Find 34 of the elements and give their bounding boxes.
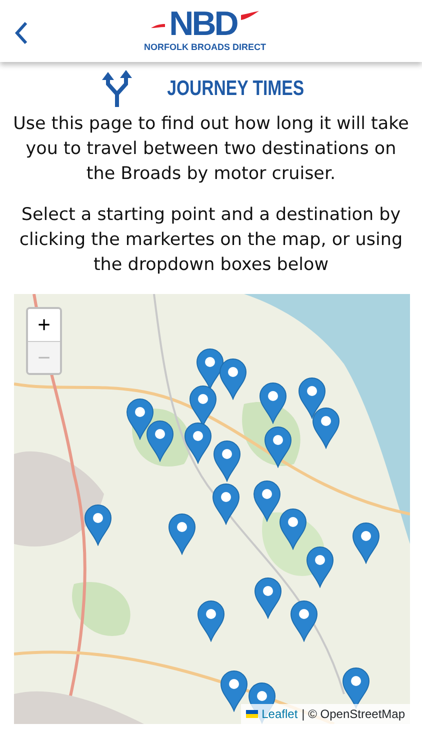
map-marker[interactable] (264, 426, 292, 468)
swoosh-icon (240, 11, 259, 20)
map-marker[interactable] (290, 600, 318, 642)
leaflet-link[interactable]: Leaflet (262, 705, 298, 723)
map-marker[interactable] (212, 483, 240, 525)
map-marker[interactable] (126, 398, 154, 440)
logo-text: NORFOLK BROADS DIRECT (144, 41, 266, 54)
fork-arrows-icon (100, 70, 134, 108)
map-marker[interactable] (219, 358, 247, 400)
map-marker[interactable] (254, 577, 282, 619)
page-title: JOURNEY TIMES (168, 76, 304, 102)
logo-mark: NBD (169, 7, 237, 42)
map-marker[interactable] (184, 422, 212, 464)
map-marker[interactable] (168, 513, 196, 555)
map-marker[interactable] (298, 377, 326, 419)
map[interactable]: + − Leaflet | © OpenStreetMap (14, 294, 410, 724)
map-marker[interactable] (312, 407, 340, 449)
intro-paragraph: Select a starting point and a destination by clicking the markertes on the map, or using the dropdown boxes below (18, 204, 404, 277)
map-marker[interactable] (197, 600, 225, 642)
intro-paragraph: Use this page to find out how long it will take you to travel between two destinations on the Broads by motor cruiser. (12, 113, 410, 186)
map-marker[interactable] (259, 382, 287, 424)
map-marker[interactable] (253, 480, 281, 522)
swoosh-icon (151, 23, 166, 30)
map-marker[interactable] (279, 508, 307, 550)
map-marker[interactable] (189, 385, 217, 427)
map-marker[interactable] (213, 440, 241, 482)
map-marker[interactable] (352, 522, 380, 564)
flag-icon (246, 710, 258, 718)
map-marker[interactable] (306, 546, 334, 588)
attribution-text: | © OpenStreetMap (302, 706, 405, 723)
map-marker[interactable] (220, 670, 248, 712)
map-marker[interactable] (84, 504, 112, 546)
map-marker[interactable] (146, 420, 174, 462)
back-icon (14, 20, 28, 45)
